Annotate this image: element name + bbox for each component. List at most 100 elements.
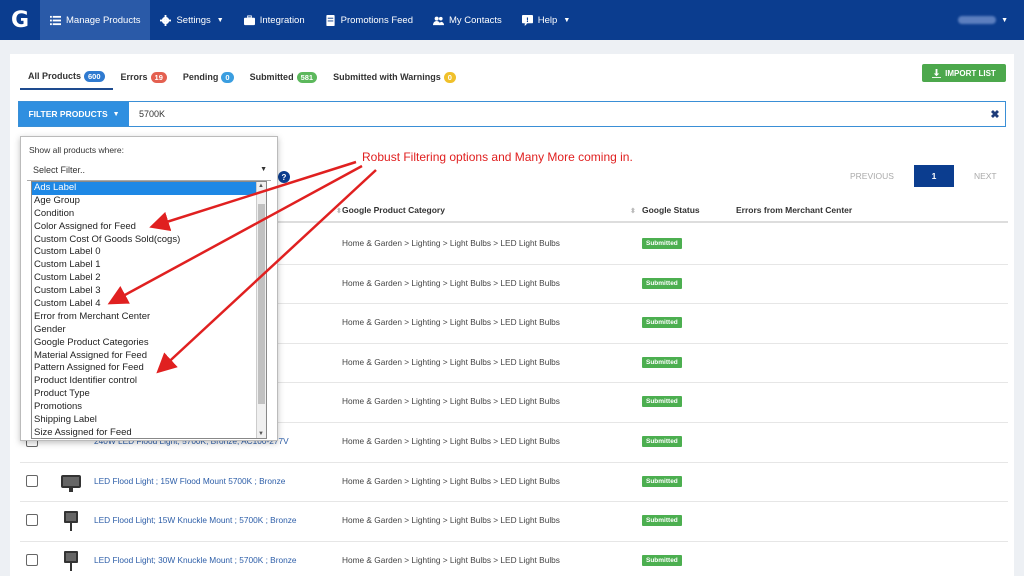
tab-errors[interactable]: Errors 19	[113, 64, 175, 90]
product-category: Home & Garden > Lighting > Light Bulbs >…	[342, 436, 560, 446]
annotation-text: Robust Filtering options and Many More c…	[362, 150, 633, 164]
import-list-label: IMPORT LIST	[945, 68, 996, 78]
tab-submitted[interactable]: Submitted 581	[242, 64, 326, 90]
filter-option[interactable]: Condition	[32, 208, 266, 221]
filter-option[interactable]: Color Assigned for Feed	[32, 221, 266, 234]
product-category: Home & Garden > Lighting > Light Bulbs >…	[342, 475, 560, 486]
gear-icon	[160, 14, 172, 26]
status-tabs: All Products 600 Errors 19 Pending 0 Submitted…	[20, 64, 464, 90]
filter-option[interactable]: Gender	[32, 324, 266, 337]
select-filter-field[interactable]: Select Filter.. ▼	[27, 159, 271, 181]
product-thumbnail	[58, 550, 84, 572]
tab-all-products[interactable]: All Products 600	[20, 64, 113, 90]
filter-option[interactable]: Google Product Categories	[32, 337, 266, 350]
nav-item-settings[interactable]: Settings ▼	[150, 0, 233, 40]
filter-option[interactable]: Shipping Label	[32, 414, 266, 427]
filter-option[interactable]: Custom Label 0	[32, 246, 266, 259]
filter-option[interactable]: Custom Cost Of Goods Sold(cogs)	[32, 234, 266, 247]
tab-pending[interactable]: Pending 0	[175, 64, 242, 90]
nav-item-manage-products[interactable]: Manage Products	[40, 0, 151, 40]
filter-dropdown: Show all products where: Select Filter..…	[20, 136, 278, 441]
product-category: Home & Garden > Lighting > Light Bulbs >…	[342, 515, 560, 526]
product-title-link[interactable]: LED Flood Light ; 15W Flood Mount 5700K …	[94, 476, 285, 486]
nav-item-my-contacts[interactable]: My Contacts	[423, 0, 512, 40]
briefcase-icon	[243, 14, 255, 26]
filter-option[interactable]: Material Assigned for Feed	[32, 350, 266, 363]
tab-label: Submitted	[249, 72, 294, 82]
status-badge: Submitted	[642, 475, 682, 487]
dropdown-title: Show all products where:	[29, 145, 124, 155]
table-row: LED Flood Light; 30W Knuckle Mount ; 570…	[20, 542, 1008, 576]
filter-option[interactable]: Promotions	[32, 401, 266, 414]
nav-item-label: Settings	[176, 14, 211, 26]
row-checkbox[interactable]	[26, 514, 38, 527]
next-page-button[interactable]: NEXT	[974, 171, 997, 181]
product-title-link[interactable]: LED Flood Light; 30W Knuckle Mount ; 570…	[94, 555, 296, 565]
pagination: PREVIOUS 1 NEXT	[850, 165, 997, 187]
table-row: LED Flood Light; 15W Knuckle Mount ; 570…	[20, 502, 1008, 542]
filter-option[interactable]: Custom Label 1	[32, 259, 266, 272]
filter-option[interactable]: Ads Label	[32, 182, 266, 195]
nav-item-integration[interactable]: Integration	[234, 0, 315, 40]
chevron-down-icon: ▼	[112, 110, 120, 118]
previous-page-button[interactable]: PREVIOUS	[850, 171, 894, 181]
filter-bar: FILTER PRODUCTS ▼ 5700K ✖	[18, 101, 1006, 127]
status-badge: Submitted	[642, 317, 682, 329]
user-name-blurred	[958, 16, 997, 24]
table-row: LED Flood Light ; 15W Flood Mount 5700K …	[20, 463, 1008, 503]
scrollbar-thumb[interactable]	[258, 204, 265, 404]
scrollbar[interactable]: ▲ ▼	[256, 182, 266, 438]
count-badge: 600	[84, 70, 105, 82]
filter-search-input[interactable]: 5700K	[129, 102, 985, 126]
nav-item-label: Promotions Feed	[340, 14, 413, 26]
scroll-up-icon[interactable]: ▲	[258, 183, 264, 189]
filter-option[interactable]: Custom Label 4	[32, 298, 266, 311]
count-badge: 19	[150, 71, 167, 83]
tab-label: Errors	[120, 72, 148, 82]
filter-option[interactable]: Product Identifier control	[32, 375, 266, 388]
product-category: Home & Garden > Lighting > Light Bulbs >…	[342, 317, 560, 328]
nav-item-label: My Contacts	[448, 14, 502, 26]
user-menu[interactable]: ▼	[958, 10, 1008, 30]
help-question-icon[interactable]: ?	[278, 171, 290, 183]
filter-option[interactable]: Product Type	[32, 388, 266, 401]
app-logo[interactable]: G	[0, 0, 40, 40]
count-badge: 0	[221, 71, 234, 83]
filter-option[interactable]: Error from Merchant Center	[32, 311, 266, 324]
select-filter-placeholder: Select Filter..	[33, 164, 86, 175]
clear-filter-icon[interactable]: ✖	[985, 102, 1005, 126]
filter-products-button[interactable]: FILTER PRODUCTS ▼	[19, 102, 129, 126]
column-header-status[interactable]: Google Status	[642, 205, 700, 215]
page-1-button[interactable]: 1	[913, 165, 954, 187]
top-navigation-bar: G Manage Products Settings ▼ Integration Pro…	[0, 0, 1024, 40]
filter-options-list: Ads Label Age Group Condition Color Assigne…	[31, 181, 267, 439]
filter-option[interactable]: Age Group	[32, 195, 266, 208]
status-badge: Submitted	[642, 554, 682, 566]
count-badge: 0	[443, 71, 456, 83]
nav-item-label: Integration	[259, 14, 305, 26]
import-list-button[interactable]: IMPORT LIST	[922, 64, 1006, 82]
filter-option[interactable]: Custom Label 3	[32, 285, 266, 298]
nav-item-help[interactable]: ! Help ▼	[512, 0, 580, 40]
tab-submitted-with-warnings[interactable]: Submitted with Warnings 0	[325, 64, 464, 90]
filter-option[interactable]: Custom Label 2	[32, 272, 266, 285]
status-badge: Submitted	[642, 515, 682, 527]
status-badge: Submitted	[642, 436, 682, 447]
filter-option[interactable]: Pattern Assigned for Feed	[32, 362, 266, 375]
scroll-down-icon[interactable]: ▼	[258, 431, 264, 437]
product-category: Home & Garden > Lighting > Light Bulbs >…	[342, 277, 560, 288]
filter-products-label: FILTER PRODUCTS	[28, 109, 108, 119]
nav-item-promotions-feed[interactable]: Promotions Feed	[315, 0, 423, 40]
chevron-down-icon: ▼	[563, 16, 571, 24]
count-badge: 581	[296, 71, 318, 83]
sort-icon[interactable]: ⬍	[626, 205, 636, 215]
row-checkbox[interactable]	[26, 553, 38, 566]
row-checkbox[interactable]	[26, 474, 38, 487]
tab-label: Pending	[182, 72, 219, 82]
filter-option[interactable]: Size Assigned for Feed	[32, 427, 266, 438]
chevron-down-icon: ▼	[216, 16, 224, 24]
download-icon	[932, 68, 942, 78]
column-header-category[interactable]: Google Product Category	[342, 205, 445, 215]
sort-icon[interactable]: ⬍	[332, 205, 342, 215]
product-title-link[interactable]: LED Flood Light; 15W Knuckle Mount ; 570…	[94, 515, 296, 525]
